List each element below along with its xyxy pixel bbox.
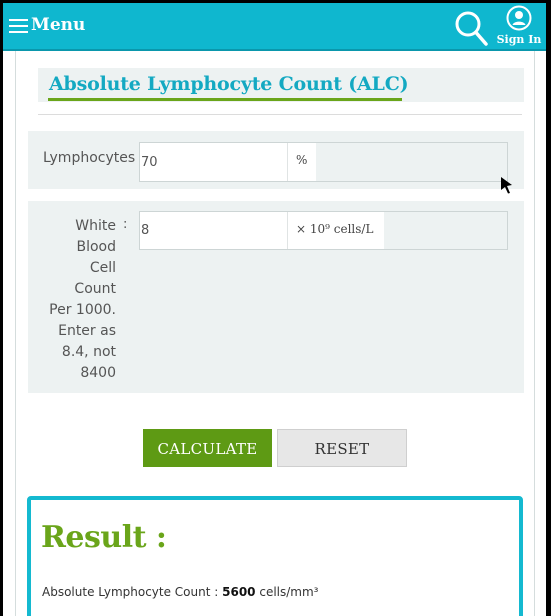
menu-button[interactable]: Menu (9, 15, 85, 35)
result-line: Absolute Lymphocyte Count : 5600 cells/m… (42, 585, 318, 599)
wbc-label-line: Blood (76, 239, 116, 255)
result-value: 5600 (222, 585, 256, 599)
wbc-label-line: 8.4, not (61, 344, 116, 360)
wbc-unit: × 10⁹ cells/L (287, 212, 384, 249)
wbc-label-line: 8400 (80, 365, 116, 381)
calculate-button[interactable]: CALCULATE (143, 429, 272, 467)
divider (38, 114, 522, 115)
wbc-label-line: Cell (89, 260, 116, 276)
lymphocytes-input[interactable] (140, 143, 287, 181)
wbc-label-line: Per 1000. (49, 302, 116, 318)
browser-viewport: Menu Sign In Absolute Lymphocyte Count (… (3, 3, 546, 616)
user-circle-icon (506, 5, 532, 31)
menu-label: Menu (31, 15, 86, 35)
sign-in-button[interactable]: Sign In (495, 5, 543, 49)
wbc-input[interactable] (140, 212, 287, 249)
page-title: Absolute Lymphocyte Count (ALC) (49, 73, 409, 95)
calculator-panel: Absolute Lymphocyte Count (ALC) Lymphocy… (15, 51, 535, 616)
wbc-label-line: White (75, 218, 116, 234)
wbc-separator: : (123, 217, 128, 232)
wbc-row: White Blood Cell Count Per 1000. Enter a… (28, 201, 524, 393)
result-title: Result : (41, 520, 167, 555)
hamburger-icon (9, 16, 28, 34)
search-button[interactable] (453, 9, 489, 47)
wbc-label-line: Count (74, 281, 116, 297)
title-banner: Absolute Lymphocyte Count (ALC) (38, 68, 524, 102)
sign-in-label: Sign In (496, 33, 542, 46)
title-underline (48, 98, 402, 101)
result-unit: cells/mm³ (255, 585, 319, 599)
lymphocytes-row: Lymphocytes % (28, 131, 524, 189)
mouse-pointer-icon (501, 177, 512, 194)
wbc-input-group: × 10⁹ cells/L (139, 211, 508, 250)
wbc-label: White Blood Cell Count Per 1000. Enter a… (42, 216, 116, 384)
reset-button[interactable]: RESET (277, 429, 407, 467)
lymphocytes-input-group: % (139, 142, 508, 182)
top-navigation-bar: Menu Sign In (3, 3, 546, 51)
lymphocytes-label: Lymphocytes (43, 150, 136, 166)
wbc-label-line: Enter as (58, 323, 116, 339)
result-panel: Result : Absolute Lymphocyte Count : 560… (27, 496, 523, 616)
lymphocytes-unit: % (287, 143, 316, 181)
result-label: Absolute Lymphocyte Count : (42, 585, 223, 599)
search-icon (455, 11, 488, 46)
